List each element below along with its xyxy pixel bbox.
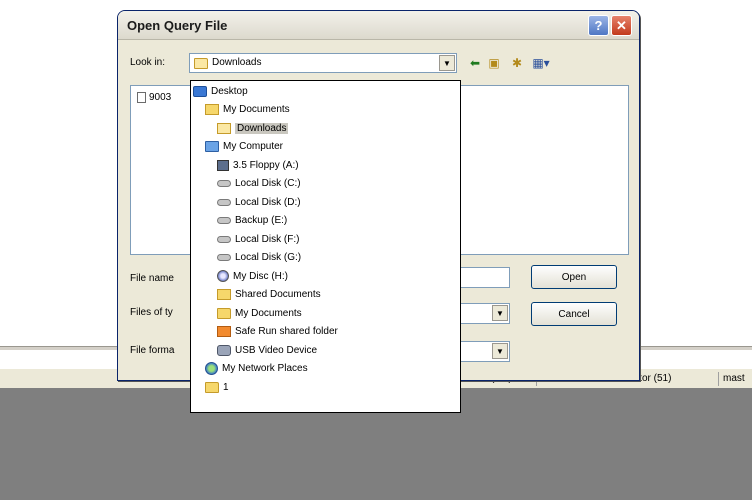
file-item-name: 9003 [149, 92, 172, 103]
list-item[interactable]: 9003 [137, 92, 171, 103]
close-button[interactable]: ✕ [611, 15, 632, 36]
dropdown-item-local-disk-c[interactable]: Local Disk (C:) [217, 175, 301, 191]
dropdown-item-my-documents-2[interactable]: My Documents [217, 305, 302, 321]
dropdown-item-desktop[interactable]: Desktop [193, 83, 248, 99]
network-icon [205, 361, 218, 375]
safe-run-folder-icon [217, 325, 231, 337]
shared-folder-icon [217, 288, 231, 300]
dropdown-item-my-computer[interactable]: My Computer [205, 138, 283, 154]
look-in-value: Downloads [212, 57, 262, 68]
dropdown-item-local-disk-d[interactable]: Local Disk (D:) [217, 194, 301, 210]
views-menu-icon[interactable]: ▦▾ [530, 55, 552, 71]
dropdown-item-safe-run[interactable]: Safe Run shared folder [217, 323, 338, 339]
files-of-type-dropdown-arrow[interactable]: ▼ [492, 305, 508, 321]
dropdown-item-floppy[interactable]: 3.5 Floppy (A:) [217, 157, 299, 173]
computer-icon [205, 140, 219, 152]
file-name-label: File name [130, 273, 174, 284]
dropdown-item-my-disc-h[interactable]: My Disc (H:) [217, 268, 288, 284]
my-documents-icon [205, 103, 219, 115]
file-format-dropdown-arrow[interactable]: ▼ [492, 343, 508, 359]
dropdown-item-downloads[interactable]: Downloads [217, 120, 289, 136]
open-folder-icon [217, 122, 231, 134]
hard-disk-icon [217, 253, 231, 261]
dropdown-item-shared-documents[interactable]: Shared Documents [217, 286, 321, 302]
close-icon: ✕ [616, 17, 627, 33]
new-folder-icon[interactable]: ✱ [509, 55, 525, 71]
folder-icon [194, 58, 208, 69]
dropdown-item-my-network-places[interactable]: My Network Places [205, 360, 308, 376]
look-in-combobox[interactable]: Downloads ▼ [189, 53, 457, 73]
folder-icon [217, 307, 231, 319]
help-icon: ? [594, 18, 603, 33]
desktop-icon [193, 85, 207, 97]
folder-icon [205, 381, 219, 393]
dialog-title: Open Query File [127, 18, 228, 33]
hard-disk-icon [217, 179, 231, 187]
up-folder-icon[interactable]: ▣ [486, 55, 502, 71]
hard-disk-icon [217, 235, 231, 243]
file-format-select[interactable]: ▼ [458, 341, 510, 362]
document-icon [137, 92, 146, 103]
files-of-type-label: Files of ty [130, 307, 173, 318]
dropdown-item-local-disk-f[interactable]: Local Disk (F:) [217, 231, 299, 247]
files-of-type-select[interactable]: ▼ [458, 303, 510, 324]
dialog-titlebar[interactable]: Open Query File ? ✕ [118, 11, 639, 40]
dropdown-item-my-documents[interactable]: My Documents [205, 101, 290, 117]
look-in-dropdown-arrow[interactable]: ▼ [439, 55, 455, 71]
hard-disk-icon [217, 216, 231, 224]
look-in-dropdown-list[interactable]: Desktop My Documents Downloads My Comput… [190, 80, 461, 413]
look-in-label: Look in: [130, 57, 166, 68]
status-cell-database: mast [718, 372, 752, 386]
open-button[interactable]: Open [531, 265, 617, 289]
dropdown-item-usb-video[interactable]: USB Video Device [217, 342, 317, 358]
help-button[interactable]: ? [588, 15, 609, 36]
file-format-label: File forma [130, 345, 175, 356]
dropdown-item-folder-1[interactable]: 1 [205, 379, 229, 395]
dropdown-item-local-disk-g[interactable]: Local Disk (G:) [217, 249, 301, 265]
floppy-icon [217, 159, 229, 171]
dropdown-item-backup-e[interactable]: Backup (E:) [217, 212, 287, 228]
hard-disk-icon [217, 198, 231, 206]
back-icon[interactable]: ⬅ [467, 55, 483, 71]
cancel-button[interactable]: Cancel [531, 302, 617, 326]
optical-disc-icon [217, 270, 229, 282]
file-name-field[interactable] [458, 267, 510, 288]
usb-camera-icon [217, 344, 231, 356]
